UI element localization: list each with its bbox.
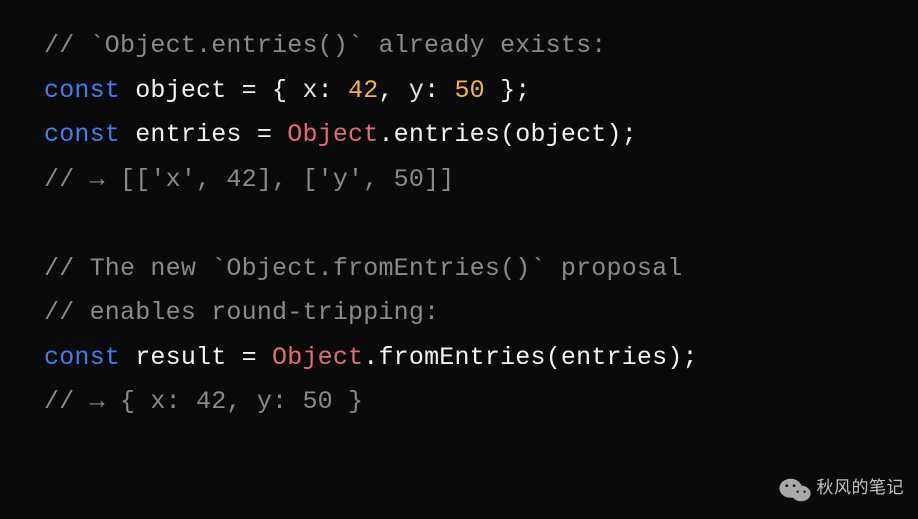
code-comment: // The new `Object.fromEntries()` propos… <box>44 254 683 283</box>
code-operator: = <box>226 343 272 372</box>
code-identifier: object <box>135 76 226 105</box>
code-keyword: const <box>44 120 120 149</box>
wechat-icon <box>779 475 811 501</box>
code-keyword: const <box>44 343 120 372</box>
code-comment: // `Object.entries()` already exists: <box>44 31 607 60</box>
code-class: Object <box>272 343 363 372</box>
code-brace: { <box>272 76 302 105</box>
code-prop: x <box>302 76 317 105</box>
code-identifier: result <box>135 343 226 372</box>
code-argument: object <box>515 120 606 149</box>
code-colon: : <box>424 76 454 105</box>
code-comment: // enables round-tripping: <box>44 298 439 327</box>
code-comma: , <box>378 76 408 105</box>
code-method: entries <box>394 120 500 149</box>
code-block: // `Object.entries()` already exists: co… <box>44 24 874 425</box>
code-paren: ( <box>500 120 515 149</box>
code-comment: // → [['x', 42], ['y', 50]] <box>44 165 454 194</box>
code-number: 50 <box>454 76 484 105</box>
code-argument: entries <box>561 343 667 372</box>
code-dot: . <box>378 120 393 149</box>
code-dot: . <box>363 343 378 372</box>
code-brace: }; <box>485 76 531 105</box>
code-paren: ); <box>607 120 637 149</box>
code-prop: y <box>409 76 424 105</box>
code-colon: : <box>318 76 348 105</box>
code-operator: = <box>242 120 288 149</box>
code-method: fromEntries <box>378 343 545 372</box>
code-operator: = <box>226 76 272 105</box>
watermark: 秋风的笔记 <box>779 473 905 503</box>
code-paren: ); <box>667 343 697 372</box>
code-keyword: const <box>44 76 120 105</box>
watermark-text: 秋风的笔记 <box>817 473 905 503</box>
code-identifier: entries <box>135 120 241 149</box>
code-class: Object <box>287 120 378 149</box>
code-number: 42 <box>348 76 378 105</box>
code-paren: ( <box>546 343 561 372</box>
code-comment: // → { x: 42, y: 50 } <box>44 387 363 416</box>
